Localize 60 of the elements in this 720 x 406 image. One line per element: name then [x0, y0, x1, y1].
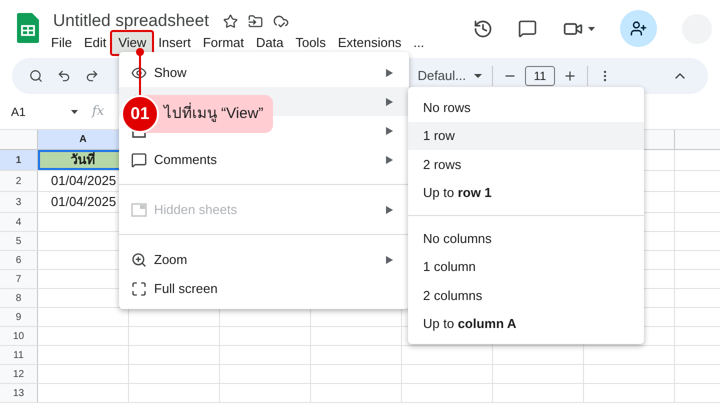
menu-bar-item[interactable]: Data: [250, 32, 290, 54]
redo-icon[interactable]: [85, 69, 99, 83]
menu-bar-item[interactable]: Edit: [78, 32, 112, 54]
row-header[interactable]: 9: [16, 310, 22, 324]
caret-icon[interactable]: [474, 74, 482, 78]
zoom-icon: [131, 252, 147, 268]
menu-bar-item[interactable]: Insert: [152, 32, 197, 54]
menu-item[interactable]: Zoom: [119, 245, 409, 274]
menu-bar-item[interactable]: ...: [407, 32, 430, 54]
row-header[interactable]: 2: [16, 174, 22, 188]
menu-item[interactable]: No columns: [408, 224, 644, 252]
comment-icon: [131, 152, 147, 168]
fullscreen-icon: [131, 280, 147, 296]
menu-item[interactable]: Full screen: [119, 274, 409, 303]
row-header[interactable]: 4: [16, 214, 22, 230]
undo-icon[interactable]: [57, 69, 71, 83]
move-folder-icon[interactable]: [248, 14, 263, 28]
row-header[interactable]: 1: [16, 152, 22, 168]
table-cell-text: 01/04/2025: [51, 172, 116, 190]
menu-bar-item[interactable]: View: [112, 32, 152, 54]
menu-item[interactable]: Up to row 1: [408, 178, 644, 207]
menu-bar-item[interactable]: Format: [196, 32, 250, 54]
caret-icon[interactable]: [588, 26, 595, 30]
menu-item[interactable]: Comments: [119, 145, 409, 174]
row-header[interactable]: 6: [16, 252, 22, 268]
name-box[interactable]: A1: [11, 102, 71, 120]
menu-item[interactable]: 1 column: [408, 252, 644, 281]
row-header[interactable]: 3: [16, 194, 22, 210]
menu-bar-item[interactable]: File: [45, 32, 78, 54]
document-title[interactable]: Untitled spreadsheet: [53, 8, 209, 34]
increase-size-icon[interactable]: [563, 69, 577, 83]
menu-item[interactable]: 1 row: [408, 122, 644, 150]
comment-icon[interactable]: [518, 19, 537, 38]
row-header[interactable]: 7: [16, 272, 22, 286]
star-icon[interactable]: [222, 14, 238, 28]
table-cell-text: วันที่: [70, 151, 96, 170]
search-icon[interactable]: [29, 69, 43, 83]
table-cell-text: 01/04/2025: [51, 193, 116, 212]
eye-icon: [131, 64, 147, 80]
formula-label: fx: [92, 102, 104, 121]
history-icon[interactable]: [473, 18, 493, 38]
menu-item[interactable]: Up to column A: [408, 310, 644, 338]
row-header[interactable]: 5: [16, 234, 22, 248]
row-header[interactable]: 8: [16, 290, 22, 306]
menu-bar-item[interactable]: Tools: [289, 32, 332, 54]
menu-item[interactable]: 2 columns: [408, 281, 644, 310]
cloud-check-icon[interactable]: [272, 13, 289, 29]
menu-bar-item[interactable]: Extensions: [332, 32, 408, 54]
font-size-field[interactable]: 11: [525, 66, 555, 86]
menu-item[interactable]: 2 rows: [408, 150, 644, 178]
callout-text: ไปที่เมนู “View”: [164, 102, 264, 124]
sheets-logo-icon[interactable]: [17, 13, 39, 43]
add-person-icon: [630, 20, 647, 37]
sheet-icon: [131, 202, 147, 216]
menu-item[interactable]: Show: [119, 58, 409, 87]
share-button[interactable]: [620, 10, 657, 47]
font-dropdown[interactable]: Defaul...: [418, 66, 482, 86]
menu-item[interactable]: No rows: [408, 93, 644, 122]
dropdown-icon[interactable]: [71, 110, 78, 114]
column-header[interactable]: A: [79, 132, 87, 147]
